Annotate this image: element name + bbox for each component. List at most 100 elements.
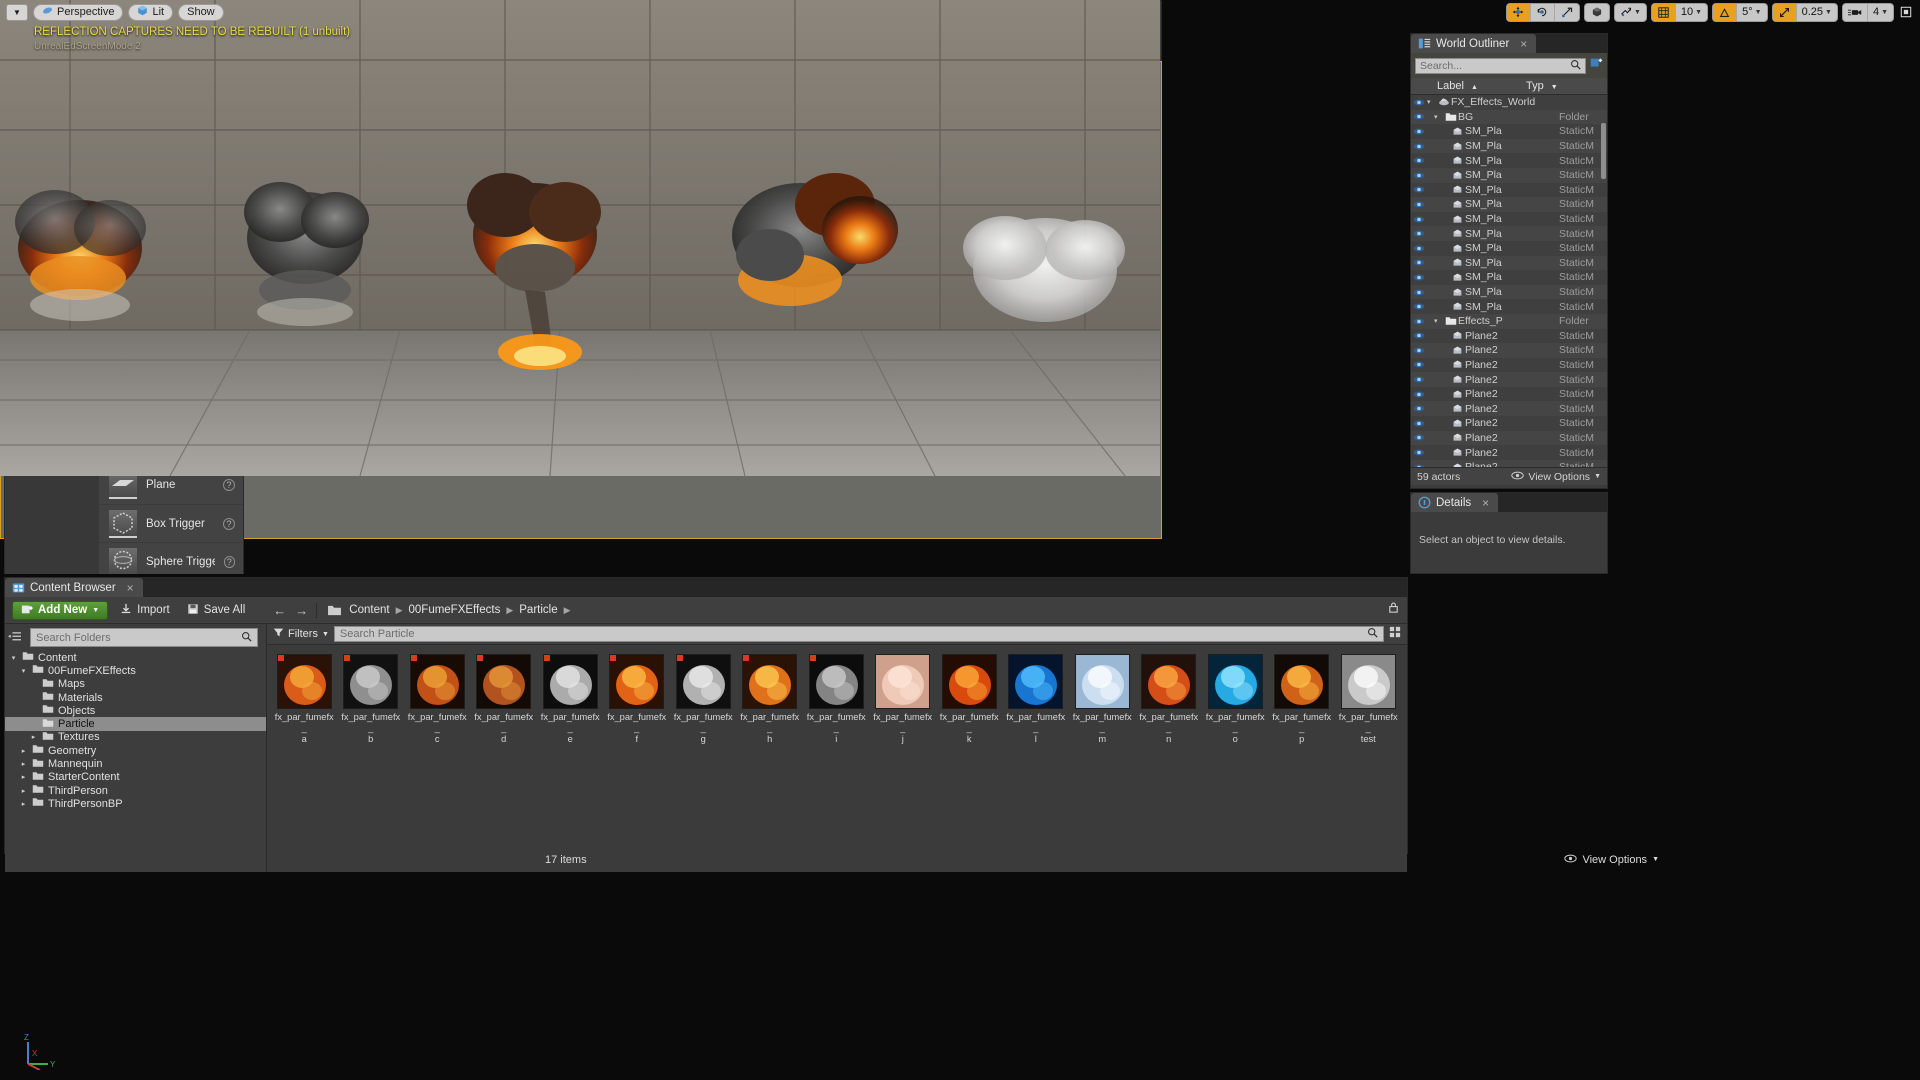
asset-thumbnail[interactable] [277, 654, 332, 709]
asset-thumbnail[interactable] [742, 654, 797, 709]
eye-icon[interactable] [1411, 346, 1427, 355]
asset-search-input[interactable]: Search Particle [334, 626, 1384, 642]
folder-item-thirdperson[interactable]: ▸ThirdPerson [5, 784, 266, 797]
arrow-right-icon[interactable]: → [294, 601, 309, 620]
expander-icon[interactable]: ▾ [9, 654, 18, 662]
outliner-row[interactable]: SM_PlaStaticM [1411, 270, 1607, 285]
asset-thumbnail[interactable] [343, 654, 398, 709]
asset-item[interactable]: fx_par_fumefx_l [1003, 654, 1070, 745]
eye-icon[interactable] [1411, 171, 1427, 180]
eye-icon[interactable] [1411, 302, 1427, 311]
asset-item[interactable]: fx_par_fumefx_e [537, 654, 604, 745]
place-item-box-trigger[interactable]: Box Trigger? [99, 505, 243, 543]
arrow-left-icon[interactable]: ← [272, 601, 287, 620]
eye-icon[interactable] [1411, 229, 1427, 238]
question-mark-icon[interactable]: ? [223, 479, 235, 491]
eye-icon[interactable] [1411, 390, 1427, 399]
eye-icon[interactable] [1411, 463, 1427, 467]
outliner-row[interactable]: SM_PlaStaticM [1411, 183, 1607, 198]
outliner-scrollbar[interactable] [1601, 123, 1606, 179]
outliner-row[interactable]: SM_PlaStaticM [1411, 226, 1607, 241]
asset-item[interactable]: fx_par_fumefx_f [604, 654, 671, 745]
asset-thumbnail[interactable] [942, 654, 997, 709]
asset-item[interactable]: fx_par_fumefx_o [1202, 654, 1269, 745]
breadcrumb-item-2[interactable]: Particle▶ [519, 604, 570, 616]
asset-thumbnail[interactable] [1075, 654, 1130, 709]
folder-item-textures[interactable]: ▸Textures [5, 731, 266, 744]
expander-icon[interactable]: ▸ [29, 733, 38, 741]
question-mark-icon[interactable]: ? [224, 556, 235, 568]
column-type[interactable]: Typ ▼ [1526, 80, 1607, 92]
view-grid-icon[interactable] [1389, 625, 1401, 643]
asset-thumbnail[interactable] [676, 654, 731, 709]
folder-search-input[interactable]: Search Folders [30, 628, 258, 647]
asset-item[interactable]: fx_par_fumefx_n [1136, 654, 1203, 745]
search-input[interactable]: Search... [1415, 58, 1586, 74]
expander-icon[interactable]: ▸ [19, 787, 28, 795]
expander-icon[interactable]: ▸ [19, 773, 28, 781]
asset-thumbnail[interactable] [1274, 654, 1329, 709]
folder-item-00fumefxeffects[interactable]: ▾00FumeFXEffects [5, 664, 266, 677]
outliner-row[interactable]: Plane2StaticM [1411, 358, 1607, 373]
folder-item-materials[interactable]: Materials [5, 691, 266, 704]
eye-icon[interactable] [1411, 433, 1427, 442]
asset-thumbnail[interactable] [609, 654, 664, 709]
eye-icon[interactable] [1411, 185, 1427, 194]
asset-item[interactable]: fx_par_fumefx_g [670, 654, 737, 745]
asset-item[interactable]: fx_par_fumefx_a [271, 654, 338, 745]
asset-item[interactable]: fx_par_fumefx_b [338, 654, 405, 745]
asset-thumbnail[interactable] [543, 654, 598, 709]
asset-thumbnail[interactable] [476, 654, 531, 709]
folder-options-icon[interactable] [8, 627, 22, 649]
asset-item[interactable]: fx_par_fumefx_h [737, 654, 804, 745]
asset-item[interactable]: fx_par_fumefx_d [471, 654, 538, 745]
asset-item[interactable]: fx_par_fumefx_test [1335, 654, 1402, 745]
breadcrumb-item-0[interactable]: Content▶ [349, 604, 402, 616]
asset-item[interactable]: fx_par_fumefx_j [870, 654, 937, 745]
asset-thumbnail[interactable] [875, 654, 930, 709]
outliner-row[interactable]: ▾BGFolder [1411, 110, 1607, 125]
eye-icon[interactable] [1411, 215, 1427, 224]
outliner-row[interactable]: Plane2StaticM [1411, 387, 1607, 402]
filters-button[interactable]: Filters ▼ [273, 627, 329, 641]
column-menu-icon[interactable]: ▼ [1551, 84, 1558, 91]
column-label[interactable]: Label ▲ [1411, 80, 1526, 92]
eye-icon[interactable] [1411, 360, 1427, 369]
expander-icon[interactable]: ▾ [1434, 113, 1443, 121]
eye-icon[interactable] [1411, 112, 1427, 121]
expander-icon[interactable]: ▸ [19, 747, 28, 755]
eye-icon[interactable] [1411, 156, 1427, 165]
chevron-right-icon[interactable]: ▶ [506, 605, 513, 616]
outliner-row[interactable]: SM_PlaStaticM [1411, 285, 1607, 300]
asset-item[interactable]: fx_par_fumefx_i [803, 654, 870, 745]
level-viewport[interactable]: ▼ Perspective Lit Show [0, 61, 1162, 539]
expander-icon[interactable]: ▾ [1434, 317, 1443, 325]
close-icon[interactable]: × [1482, 497, 1489, 509]
outliner-row[interactable]: SM_PlaStaticM [1411, 197, 1607, 212]
eye-icon[interactable] [1411, 273, 1427, 282]
eye-icon[interactable] [1411, 288, 1427, 297]
tab-details[interactable]: Details × [1411, 493, 1498, 512]
outliner-row[interactable]: SM_PlaStaticM [1411, 256, 1607, 271]
outliner-row[interactable]: Plane2StaticM [1411, 460, 1607, 467]
expander-icon[interactable]: ▾ [1427, 98, 1436, 106]
eye-icon[interactable] [1411, 448, 1427, 457]
outliner-row[interactable]: Plane2StaticM [1411, 431, 1607, 446]
asset-item[interactable]: fx_par_fumefx_m [1069, 654, 1136, 745]
expander-icon[interactable]: ▾ [19, 667, 28, 675]
eye-icon[interactable] [1411, 404, 1427, 413]
eye-icon[interactable] [1411, 200, 1427, 209]
asset-item[interactable]: fx_par_fumefx_p [1269, 654, 1336, 745]
folder-item-objects[interactable]: Objects [5, 704, 266, 717]
outliner-row[interactable]: Plane2StaticM [1411, 445, 1607, 460]
asset-item[interactable]: fx_par_fumefx_c [404, 654, 471, 745]
asset-thumbnail[interactable] [410, 654, 465, 709]
folder-item-mannequin[interactable]: ▸Mannequin [5, 757, 266, 770]
eye-icon[interactable] [1411, 142, 1427, 151]
eye-icon[interactable] [1411, 127, 1427, 136]
outliner-row[interactable]: SM_PlaStaticM [1411, 153, 1607, 168]
eye-icon[interactable] [1411, 419, 1427, 428]
tab-world-outliner[interactable]: World Outliner × [1411, 34, 1536, 53]
tab-content-browser[interactable]: Content Browser × [5, 578, 143, 597]
folder-item-maps[interactable]: Maps [5, 678, 266, 691]
